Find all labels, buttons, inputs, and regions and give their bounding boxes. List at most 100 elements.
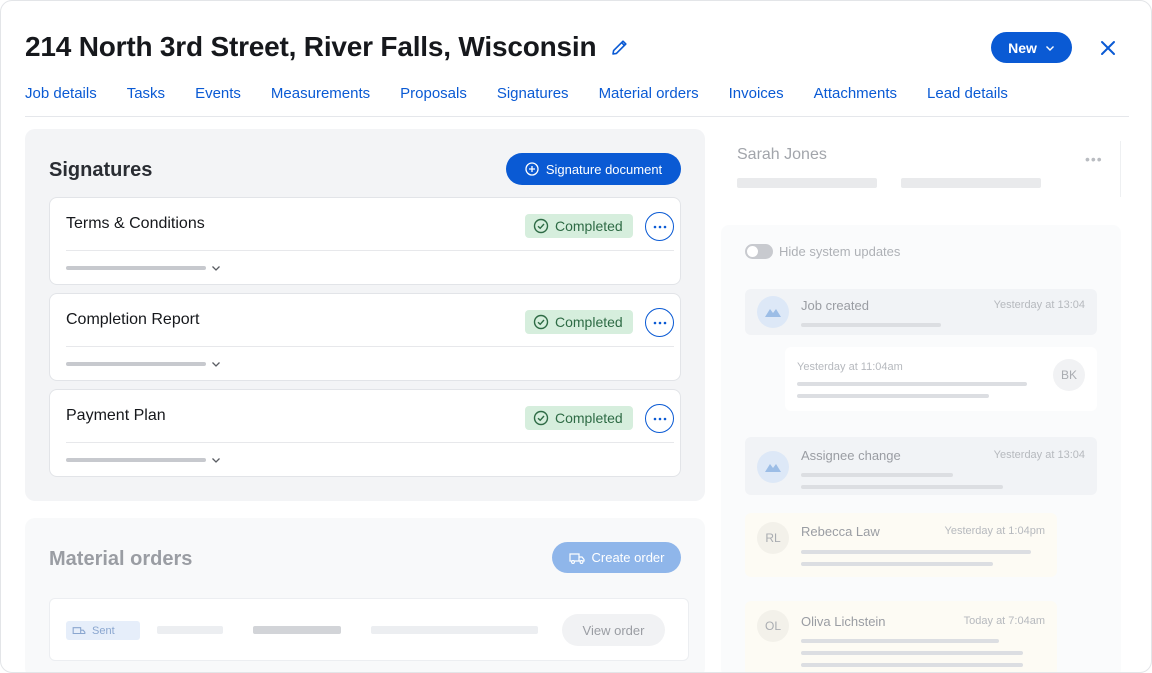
check-circle-icon [533, 314, 549, 330]
placeholder-line [797, 382, 1027, 386]
chevron-down-icon[interactable] [210, 454, 222, 466]
activity-title: Job created [801, 298, 869, 313]
activity-title: Assignee change [801, 448, 901, 463]
divider [1120, 141, 1121, 197]
ellipsis-icon [653, 417, 666, 420]
material-orders-title: Material orders [49, 548, 193, 570]
tab-invoices[interactable]: Invoices [729, 85, 784, 102]
placeholder-line [801, 323, 941, 327]
create-order-button[interactable]: Create order [552, 542, 681, 573]
roof-logo-icon [757, 451, 789, 483]
activity-item[interactable]: OL Oliva Lichstein Today at 7:04am [745, 601, 1057, 672]
check-circle-icon [533, 218, 549, 234]
roof-logo-icon [757, 296, 789, 328]
page-title: 214 North 3rd Street, River Falls, Wisco… [25, 31, 597, 62]
toggle-label: Hide system updates [779, 244, 901, 259]
activity-item[interactable]: RL Rebecca Law Yesterday at 1:04pm [745, 513, 1057, 577]
placeholder-line [66, 266, 206, 270]
placeholder-line [801, 485, 1003, 489]
more-options-button[interactable] [645, 212, 674, 241]
activity-time: Yesterday at 1:04pm [944, 525, 1046, 537]
activity-item[interactable]: Job created Yesterday at 13:04 [745, 289, 1097, 335]
activity-time: Yesterday at 13:04 [993, 299, 1085, 311]
check-circle-icon [533, 410, 549, 426]
hide-system-updates-toggle[interactable] [745, 244, 773, 259]
placeholder-line [371, 626, 538, 634]
title-row: 214 North 3rd Street, River Falls, Wisco… [25, 31, 630, 63]
status-badge-label: Completed [555, 410, 623, 426]
tab-events[interactable]: Events [195, 85, 241, 102]
signatures-title: Signatures [49, 159, 153, 181]
chevron-down-icon [1045, 45, 1054, 51]
placeholder-line [801, 663, 1023, 667]
activity-time: Today at 7:04am [963, 615, 1045, 627]
more-options-button[interactable] [645, 308, 674, 337]
order-status-label: Sent [92, 624, 115, 637]
tab-job-details[interactable]: Job details [25, 85, 97, 102]
status-badge: Sent [66, 621, 140, 640]
status-badge: Completed [525, 214, 633, 238]
avatar: OL [757, 610, 789, 642]
signature-card-title: Terms & Conditions [66, 215, 205, 232]
placeholder-line [801, 473, 953, 477]
placeholder-line [801, 651, 1023, 655]
status-badge: Completed [525, 406, 633, 430]
placeholder-line [901, 178, 1041, 188]
activity-title: Oliva Lichstein [801, 614, 886, 629]
contact-name: Sarah Jones [737, 146, 827, 163]
activity-time: Yesterday at 13:04 [993, 449, 1085, 461]
job-detail-window: 214 North 3rd Street, River Falls, Wisco… [0, 0, 1152, 673]
ellipsis-icon [653, 225, 666, 228]
placeholder-line [66, 362, 206, 366]
signature-document-button[interactable]: Signature document [506, 153, 681, 185]
close-icon[interactable] [1097, 37, 1119, 59]
tab-proposals[interactable]: Proposals [400, 85, 467, 102]
placeholder-line [737, 178, 877, 188]
truck-icon [72, 626, 86, 634]
create-order-label: Create order [591, 550, 665, 565]
card-divider [66, 346, 674, 347]
ellipsis-icon [653, 321, 666, 324]
signature-card-title: Payment Plan [66, 407, 166, 424]
signature-card-title: Completion Report [66, 311, 200, 328]
signatures-panel: Signatures Signature document Terms & Co… [25, 129, 705, 501]
tab-measurements[interactable]: Measurements [271, 85, 370, 102]
tab-bar: Job details Tasks Events Measurements Pr… [25, 85, 1038, 102]
avatar: BK [1053, 359, 1085, 391]
chevron-down-icon[interactable] [210, 358, 222, 370]
new-button-label: New [1008, 39, 1037, 56]
signature-card[interactable]: Completion Report Completed [49, 293, 681, 381]
activity-time: Yesterday at 11:04am [797, 361, 903, 373]
tab-tasks[interactable]: Tasks [127, 85, 165, 102]
truck-icon [568, 552, 585, 564]
tab-material-orders[interactable]: Material orders [599, 85, 699, 102]
signature-card[interactable]: Payment Plan Completed [49, 389, 681, 477]
status-badge: Completed [525, 310, 633, 334]
card-divider [66, 250, 674, 251]
signature-card[interactable]: Terms & Conditions Completed [49, 197, 681, 285]
activity-comment[interactable]: Yesterday at 11:04am BK [785, 347, 1097, 411]
ellipsis-icon[interactable]: ••• [1085, 151, 1103, 167]
order-row[interactable]: Sent View order [49, 598, 689, 661]
activity-item[interactable]: Assignee change Yesterday at 13:04 [745, 437, 1097, 495]
activity-title: Rebecca Law [801, 524, 880, 539]
placeholder-line [801, 639, 999, 643]
material-orders-panel: Material orders Create order Sent View o… [25, 518, 705, 672]
plus-circle-icon [525, 162, 539, 176]
tab-attachments[interactable]: Attachments [814, 85, 897, 102]
more-options-button[interactable] [645, 404, 674, 433]
new-button[interactable]: New [991, 32, 1072, 63]
view-order-button[interactable]: View order [562, 614, 665, 646]
tabs-divider [25, 116, 1129, 117]
status-badge-label: Completed [555, 218, 623, 234]
placeholder-line [66, 458, 206, 462]
placeholder-line [801, 562, 993, 566]
pencil-icon[interactable] [610, 37, 630, 57]
placeholder-line [157, 626, 223, 634]
tab-lead-details[interactable]: Lead details [927, 85, 1008, 102]
placeholder-line [797, 394, 989, 398]
status-badge-label: Completed [555, 314, 623, 330]
tab-signatures[interactable]: Signatures [497, 85, 569, 102]
chevron-down-icon[interactable] [210, 262, 222, 274]
avatar: RL [757, 522, 789, 554]
